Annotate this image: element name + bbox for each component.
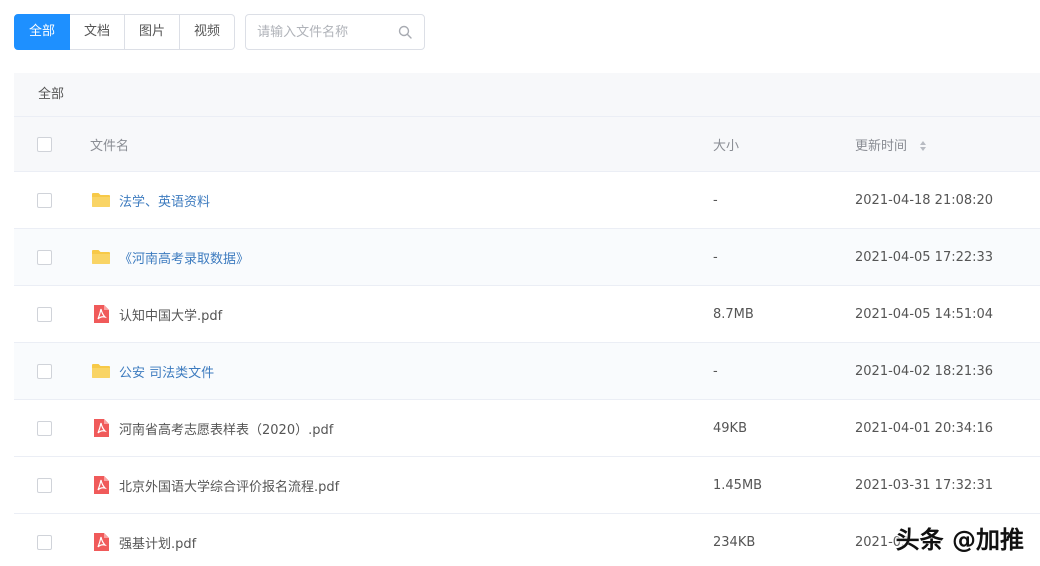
pdf-file-icon [91,304,111,324]
file-size: 1.45MB [713,477,763,493]
file-name-link[interactable]: 法学、英语资料 [119,191,210,210]
search-icon[interactable] [398,25,412,39]
breadcrumb-item-all[interactable]: 全部 [38,87,64,102]
toolbar: 全部 文档 图片 视频 [14,14,426,50]
row-checkbox[interactable] [37,363,52,379]
sort-icon[interactable] [919,140,927,152]
file-name-link[interactable]: 强基计划.pdf [119,533,196,552]
file-name-cell: 公安 司法类文件 [52,361,713,381]
row-checkbox[interactable] [37,477,52,493]
search-input[interactable] [257,15,398,49]
tab-documents[interactable]: 文档 [70,14,126,50]
file-name-cell: 北京外国语大学综合评价报名流程.pdf [52,475,713,495]
file-name-link[interactable]: 《河南高考录取数据》 [119,248,249,267]
file-type-tabs: 全部 文档 图片 视频 [14,14,236,50]
tab-videos[interactable]: 视频 [180,14,236,50]
file-name-cell: 《河南高考录取数据》 [52,247,713,267]
select-all-checkbox[interactable] [37,136,52,152]
file-size: 8.7MB [713,306,754,322]
file-list: 法学、英语资料 - 2021-04-18 21:08:20 《河南高考录取数据》 - 20… [14,172,1040,566]
updated-time: 2021-04-05 17:22:33 [855,249,994,265]
folder-icon [91,361,111,381]
updated-time: 2021-04-02 18:21:36 [855,363,994,379]
table-row[interactable]: 公安 司法类文件 - 2021-04-02 18:21:36 [14,343,1040,400]
file-name-link[interactable]: 公安 司法类文件 [119,362,214,381]
file-name-link[interactable]: 北京外国语大学综合评价报名流程.pdf [119,476,339,495]
file-list-panel: 全部 文件名 大小 更新时间 法学、英语资料 - 2021-04-18 21:08:… [14,73,1040,566]
row-checkbox[interactable] [37,249,52,265]
pdf-file-icon [91,475,111,495]
table-header: 文件名 大小 更新时间 [14,117,1040,172]
watermark: 头条 @加推 [895,526,1024,554]
updated-time: 2021-04-01 20:34:16 [855,420,994,436]
file-name-link[interactable]: 认知中国大学.pdf [119,305,222,324]
updated-time: 2021-04-05 14:51:04 [855,306,994,322]
file-name-cell: 法学、英语资料 [52,190,713,210]
row-checkbox[interactable] [37,306,52,322]
tab-all[interactable]: 全部 [14,14,71,50]
file-size: - [713,363,718,379]
file-size: - [713,192,718,208]
table-row[interactable]: 北京外国语大学综合评价报名流程.pdf 1.45MB 2021-03-31 17:3… [14,457,1040,514]
file-size: 49KB [713,420,747,436]
updated-time: 2021-03-31 17:32:31 [855,477,994,493]
column-header-time[interactable]: 更新时间 [855,135,1040,154]
file-name-link[interactable]: 河南省高考志愿表样表（2020）.pdf [119,419,333,438]
updated-time: 2021-04-18 21:08:20 [855,192,994,208]
row-checkbox[interactable] [37,420,52,436]
file-name-cell: 认知中国大学.pdf [52,304,713,324]
column-header-name: 文件名 [90,138,130,154]
row-checkbox[interactable] [37,534,52,550]
column-header-size: 大小 [713,138,740,154]
table-row[interactable]: 法学、英语资料 - 2021-04-18 21:08:20 [14,172,1040,229]
table-row[interactable]: 认知中国大学.pdf 8.7MB 2021-04-05 14:51:04 [14,286,1040,343]
folder-icon [91,247,111,267]
folder-icon [91,190,111,210]
file-size: - [713,249,718,265]
column-header-time-label: 更新时间 [855,138,908,154]
table-row[interactable]: 河南省高考志愿表样表（2020）.pdf 49KB 2021-04-01 20:34… [14,400,1040,457]
table-row[interactable]: 强基计划.pdf 234KB 2021-03 [14,514,1040,566]
row-checkbox[interactable] [37,192,52,208]
file-name-cell: 强基计划.pdf [52,532,713,552]
pdf-file-icon [91,418,111,438]
breadcrumb: 全部 [14,73,1040,117]
pdf-file-icon [91,532,111,552]
search-box [245,14,426,50]
tab-images[interactable]: 图片 [125,14,181,50]
file-name-cell: 河南省高考志愿表样表（2020）.pdf [52,418,713,438]
table-row[interactable]: 《河南高考录取数据》 - 2021-04-05 17:22:33 [14,229,1040,286]
file-size: 234KB [713,534,756,550]
